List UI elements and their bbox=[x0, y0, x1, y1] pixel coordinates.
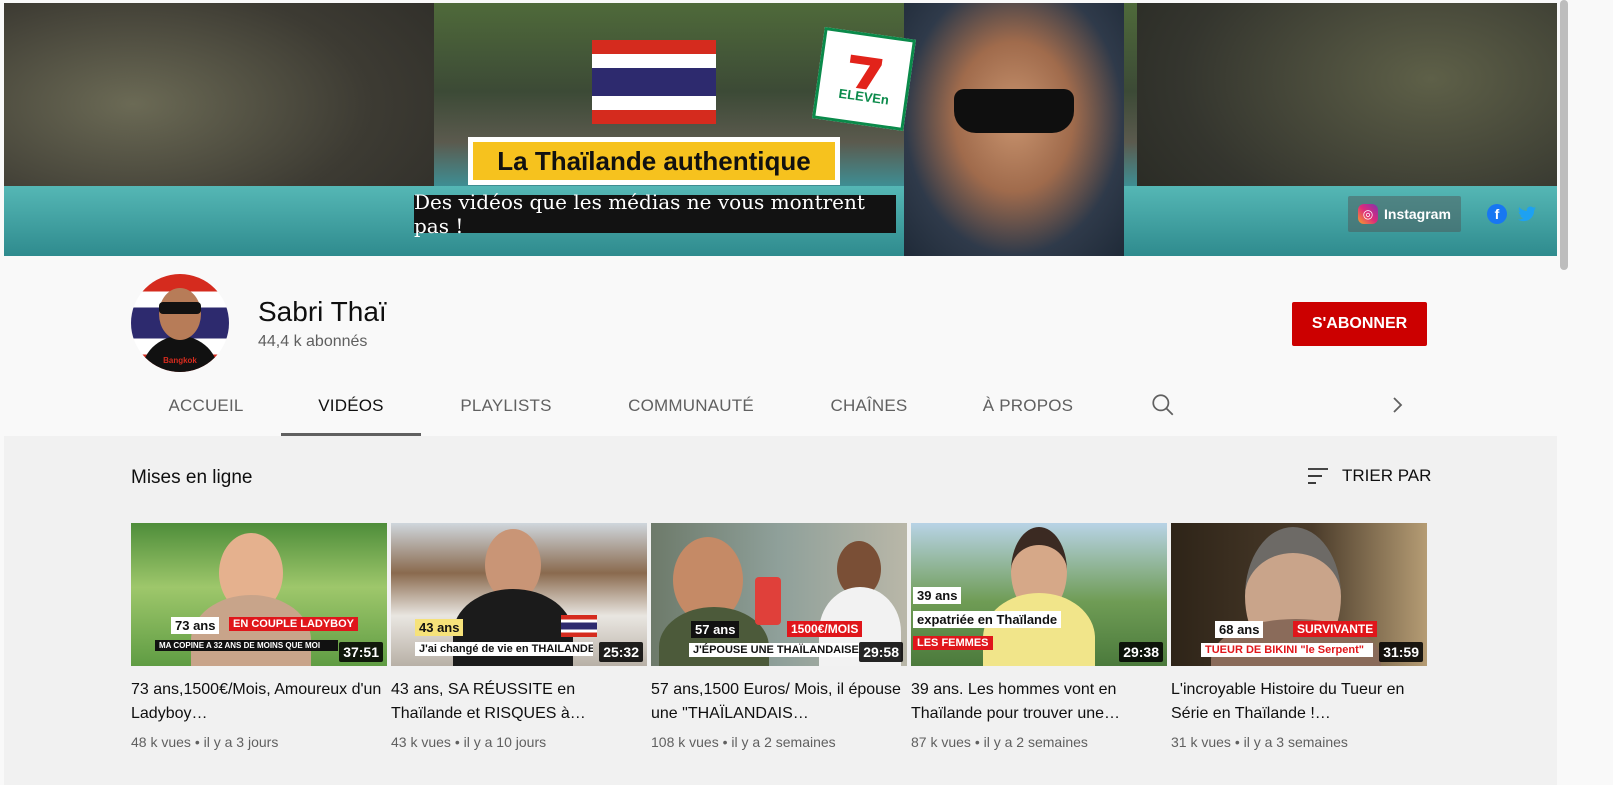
instagram-icon: ◎ bbox=[1358, 204, 1378, 224]
video-title[interactable]: 39 ans. Les hommes vont en Thaïlande pou… bbox=[911, 678, 1167, 726]
thumb-text-caption: MA COPINE A 32 ANS DE MOINS QUE MOI bbox=[155, 640, 338, 651]
video-title[interactable]: 57 ans,1500 Euros/ Mois, il épouse une "… bbox=[651, 678, 907, 726]
chevron-right-icon[interactable] bbox=[1388, 395, 1408, 415]
meta-separator: • bbox=[974, 734, 980, 750]
video-views: 108 k vues bbox=[651, 734, 719, 750]
search-icon[interactable] bbox=[1150, 392, 1176, 418]
video-card[interactable]: 43 ans J'ai changé de vie en THAILANDE 2… bbox=[391, 523, 647, 750]
video-views: 31 k vues bbox=[1171, 734, 1231, 750]
video-age: il y a 2 semaines bbox=[983, 734, 1088, 750]
thumb-text-tag: expatriée en Thaïlande bbox=[913, 611, 1062, 628]
avatar-shirt bbox=[141, 336, 219, 372]
thumb-text-caption: LES FEMMES bbox=[913, 636, 993, 650]
facebook-icon[interactable]: f bbox=[1486, 204, 1507, 224]
sort-label: TRIER PAR bbox=[1342, 466, 1432, 485]
video-thumbnail[interactable]: 57 ans 1500€/MOIS J'ÉPOUSE UNE THAÏLANDA… bbox=[651, 523, 907, 666]
thumb-text-tag: SURVIVANTE bbox=[1293, 621, 1378, 637]
tab-chaines[interactable]: CHAÎNES bbox=[791, 378, 947, 434]
video-views: 87 k vues bbox=[911, 734, 971, 750]
thumb-text-tag: EN COUPLE LADYBOY bbox=[229, 617, 359, 631]
video-age: il y a 2 semaines bbox=[731, 734, 836, 750]
video-duration: 29:38 bbox=[1119, 642, 1163, 662]
channel-avatar[interactable]: Bangkok bbox=[131, 274, 229, 372]
banner-headline-text: La Thaïlande authentique bbox=[473, 142, 835, 180]
video-title[interactable]: 43 ans, SA RÉUSSITE en Thaïlande et RISQ… bbox=[391, 678, 647, 726]
tab-playlists[interactable]: PLAYLISTS bbox=[421, 378, 591, 434]
thumb-text-caption: TUEUR DE BIKINI "le Serpent" bbox=[1201, 643, 1373, 657]
video-grid: 73 ans EN COUPLE LADYBOY MA COPINE A 32 … bbox=[131, 523, 1427, 750]
channel-tabs: ACCUEIL VIDÉOS PLAYLISTS COMMUNAUTÉ CHAÎ… bbox=[131, 378, 1109, 436]
video-card[interactable]: 57 ans 1500€/MOIS J'ÉPOUSE UNE THAÏLANDA… bbox=[651, 523, 907, 750]
tab-videos[interactable]: VIDÉOS bbox=[281, 378, 421, 436]
seven-eleven-logo: 7 ELEVEn bbox=[812, 27, 916, 131]
banner-headline: La Thaïlande authentique bbox=[468, 137, 840, 185]
instagram-label: Instagram bbox=[1384, 206, 1451, 222]
video-title[interactable]: L'incroyable Histoire du Tueur en Série … bbox=[1171, 678, 1427, 726]
video-views: 43 k vues bbox=[391, 734, 451, 750]
page-scrollbar[interactable] bbox=[1560, 0, 1568, 270]
thai-flag-image bbox=[592, 40, 716, 124]
sort-button[interactable]: TRIER PAR bbox=[1306, 466, 1431, 486]
thumb-text-caption: J'ai changé de vie en THAILANDE bbox=[415, 642, 593, 656]
video-age: il y a 3 jours bbox=[203, 734, 279, 750]
video-meta: 108 k vues • il y a 2 semaines bbox=[651, 734, 907, 750]
video-duration: 31:59 bbox=[1379, 642, 1423, 662]
thumb-text-age: 39 ans bbox=[913, 587, 962, 604]
video-title[interactable]: 73 ans,1500€/Mois, Amoureux d'un Ladyboy… bbox=[131, 678, 387, 726]
meta-separator: • bbox=[454, 734, 460, 750]
thumb-text-caption: J'ÉPOUSE UNE THAÏLANDAISE bbox=[689, 643, 861, 657]
video-duration: 29:58 bbox=[859, 642, 903, 662]
avatar-shirt-text: Bangkok bbox=[163, 356, 197, 365]
video-duration: 25:32 bbox=[599, 642, 643, 662]
twitter-icon[interactable] bbox=[1517, 204, 1537, 224]
tab-communaute[interactable]: COMMUNAUTÉ bbox=[591, 378, 791, 434]
video-card[interactable]: 39 ans expatriée en Thaïlande LES FEMMES… bbox=[911, 523, 1167, 750]
thumb-text-age: 73 ans bbox=[171, 617, 220, 634]
video-thumbnail[interactable]: 43 ans J'ai changé de vie en THAILANDE 2… bbox=[391, 523, 647, 666]
video-meta: 43 k vues • il y a 10 jours bbox=[391, 734, 647, 750]
subscribe-button[interactable]: S'ABONNER bbox=[1292, 302, 1427, 346]
avatar-face bbox=[159, 288, 201, 340]
tab-a-propos[interactable]: À PROPOS bbox=[947, 378, 1109, 434]
thumb-text-age: 68 ans bbox=[1215, 621, 1264, 638]
meta-separator: • bbox=[1234, 734, 1240, 750]
avatar-sunglasses bbox=[159, 302, 201, 314]
video-thumbnail[interactable]: 73 ans EN COUPLE LADYBOY MA COPINE A 32 … bbox=[131, 523, 387, 666]
banner-person bbox=[904, 3, 1124, 256]
thumb-text-age: 57 ans bbox=[691, 621, 740, 638]
meta-separator: • bbox=[722, 734, 728, 750]
instagram-link[interactable]: ◎ Instagram bbox=[1348, 196, 1461, 232]
banner-social-links: ◎ Instagram f bbox=[1348, 192, 1537, 236]
subscriber-count: 44,4 k abonnés bbox=[258, 333, 368, 350]
meta-separator: • bbox=[194, 734, 200, 750]
video-meta: 87 k vues • il y a 2 semaines bbox=[911, 734, 1167, 750]
video-duration: 37:51 bbox=[339, 642, 383, 662]
section-title: Mises en ligne bbox=[131, 467, 253, 488]
thumb-text-tag: 1500€/MOIS bbox=[787, 621, 863, 637]
sort-icon bbox=[1308, 468, 1328, 484]
video-age: il y a 10 jours bbox=[463, 734, 547, 750]
video-card[interactable]: 68 ans SURVIVANTE TUEUR DE BIKINI "le Se… bbox=[1171, 523, 1427, 750]
video-meta: 48 k vues • il y a 3 jours bbox=[131, 734, 387, 750]
video-thumbnail[interactable]: 68 ans SURVIVANTE TUEUR DE BIKINI "le Se… bbox=[1171, 523, 1427, 666]
video-age: il y a 3 semaines bbox=[1243, 734, 1348, 750]
video-card[interactable]: 73 ans EN COUPLE LADYBOY MA COPINE A 32 … bbox=[131, 523, 387, 750]
video-thumbnail[interactable]: 39 ans expatriée en Thaïlande LES FEMMES… bbox=[911, 523, 1167, 666]
video-views: 48 k vues bbox=[131, 734, 191, 750]
tab-accueil[interactable]: ACCUEIL bbox=[131, 378, 281, 434]
channel-name: Sabri Thaï bbox=[258, 296, 387, 327]
video-meta: 31 k vues • il y a 3 semaines bbox=[1171, 734, 1427, 750]
banner-tagline: Des vidéos que les médias ne vous montre… bbox=[414, 190, 896, 238]
thumb-text-age: 43 ans bbox=[415, 619, 464, 636]
